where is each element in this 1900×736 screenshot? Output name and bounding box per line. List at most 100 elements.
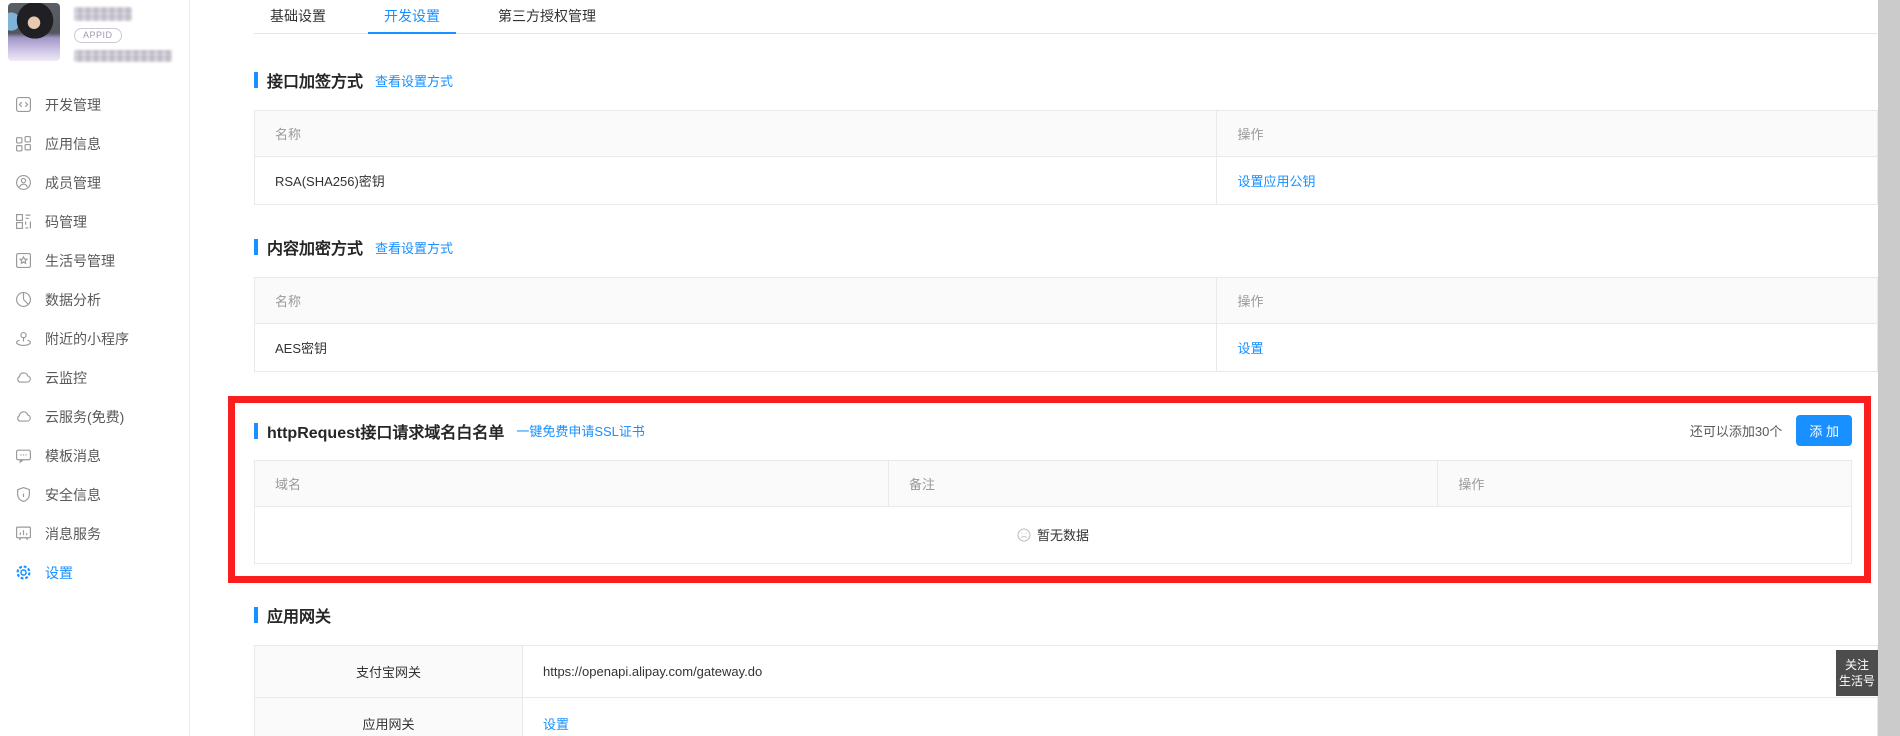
tab-bar: 基础设置 开发设置 第三方授权管理: [254, 0, 1878, 34]
qr-code-icon: [15, 213, 32, 230]
highlight-red-box: httpRequest接口请求域名白名单 一键免费申请SSL证书 还可以添加30…: [228, 396, 1871, 583]
location-beacon-icon: [15, 330, 32, 347]
title-bar-accent: [254, 239, 258, 255]
set-app-public-key-link[interactable]: 设置应用公钥: [1237, 174, 1315, 189]
sad-face-icon: [1017, 528, 1031, 542]
sign-view-setting-link[interactable]: 查看设置方式: [375, 71, 453, 90]
scrollbar[interactable]: [1878, 0, 1900, 736]
sidebar-item-cloud-service[interactable]: 云服务(免费): [0, 397, 189, 436]
pie-chart-icon: [15, 291, 32, 308]
encrypt-view-setting-link[interactable]: 查看设置方式: [375, 238, 453, 257]
col-header-domain: 域名: [255, 461, 889, 507]
sidebar-item-cloud-monitor[interactable]: 云监控: [0, 358, 189, 397]
table-header-row: 名称 操作: [255, 278, 1878, 324]
sidebar-item-label: 消息服务: [45, 524, 101, 544]
sidebar-item-label: 安全信息: [45, 485, 101, 505]
sidebar-item-message-service[interactable]: 消息服务: [0, 514, 189, 553]
sign-section-title: 接口加签方式: [267, 68, 363, 92]
gear-icon: [15, 564, 32, 581]
aes-key-name: AES密钥: [255, 324, 1217, 372]
add-domain-button[interactable]: 添 加: [1796, 415, 1852, 446]
code-icon: [15, 96, 32, 113]
col-header-name: 名称: [255, 278, 1217, 324]
sidebar: APPID 开发管理 应用信息 成员管理 码管理 生活号管理: [0, 0, 190, 736]
col-header-action: 操作: [1217, 111, 1878, 157]
appid-value-redacted: [74, 50, 172, 62]
chart-board-icon: [15, 525, 32, 542]
table-header-row: 名称 操作: [255, 111, 1878, 157]
gateway-section-header: 应用网关: [254, 603, 1878, 627]
table-row: AES密钥 设置: [255, 324, 1878, 372]
sidebar-item-label: 设置: [45, 563, 73, 583]
appid-badge: APPID: [74, 28, 122, 43]
avatar[interactable]: [8, 3, 60, 61]
sidebar-nav: 开发管理 应用信息 成员管理 码管理 生活号管理 数据分析: [0, 85, 189, 592]
whitelist-actions: 还可以添加30个 添 加: [1690, 415, 1852, 446]
sidebar-item-template-message[interactable]: 模板消息: [0, 436, 189, 475]
col-header-remark: 备注: [889, 461, 1438, 507]
account-name-redacted: [74, 7, 132, 21]
sidebar-item-label: 附近的小程序: [45, 329, 129, 349]
empty-state-text: 暂无数据: [1037, 525, 1089, 544]
sidebar-item-dev-manage[interactable]: 开发管理: [0, 85, 189, 124]
alipay-gateway-label: 支付宝网关: [255, 645, 523, 697]
alipay-gateway-url: https://openapi.alipay.com/gateway.do: [523, 645, 1878, 697]
follow-tag-line1: 关注: [1845, 657, 1869, 673]
title-bar-accent: [254, 607, 258, 623]
sidebar-item-label: 生活号管理: [45, 251, 115, 271]
sidebar-item-member-manage[interactable]: 成员管理: [0, 163, 189, 202]
sidebar-item-label: 模板消息: [45, 446, 101, 466]
app-root: APPID 开发管理 应用信息 成员管理 码管理 生活号管理: [0, 0, 1900, 736]
app-gateway-label: 应用网关: [255, 697, 523, 736]
message-bubble-icon: [15, 447, 32, 464]
cloud-icon: [15, 369, 32, 386]
sidebar-item-lifestyle-manage[interactable]: 生活号管理: [0, 241, 189, 280]
tab-third-party-auth[interactable]: 第三方授权管理: [482, 0, 612, 33]
sidebar-item-data-analysis[interactable]: 数据分析: [0, 280, 189, 319]
content-area: 接口加签方式 查看设置方式 名称 操作 RSA(SHA256)密钥 设置应用公钥…: [254, 68, 1878, 736]
title-bar-accent: [254, 423, 258, 439]
whitelist-section-title: httpRequest接口请求域名白名单: [267, 419, 504, 443]
aes-set-link[interactable]: 设置: [1237, 341, 1263, 356]
sidebar-item-label: 开发管理: [45, 95, 101, 115]
star-badge-icon: [15, 252, 32, 269]
sidebar-item-security-info[interactable]: 安全信息: [0, 475, 189, 514]
table-row: RSA(SHA256)密钥 设置应用公钥: [255, 157, 1878, 205]
sign-section-header: 接口加签方式 查看设置方式: [254, 68, 1878, 92]
grid-icon: [15, 135, 32, 152]
sidebar-item-settings[interactable]: 设置: [0, 553, 189, 592]
sidebar-item-label: 码管理: [45, 212, 87, 232]
gateway-section-title: 应用网关: [267, 603, 331, 627]
sidebar-item-label: 数据分析: [45, 290, 101, 310]
shield-icon: [15, 486, 32, 503]
app-gateway-set-link[interactable]: 设置: [543, 717, 569, 732]
whitelist-section-header: httpRequest接口请求域名白名单 一键免费申请SSL证书 还可以添加30…: [254, 415, 1852, 446]
apply-ssl-cert-link[interactable]: 一键免费申请SSL证书: [516, 421, 645, 440]
sign-table: 名称 操作 RSA(SHA256)密钥 设置应用公钥: [254, 110, 1878, 205]
sidebar-item-label: 应用信息: [45, 134, 101, 154]
sign-key-name: RSA(SHA256)密钥: [255, 157, 1217, 205]
sidebar-item-label: 成员管理: [45, 173, 101, 193]
table-row: 支付宝网关 https://openapi.alipay.com/gateway…: [255, 645, 1878, 697]
member-icon: [15, 174, 32, 191]
table-header-row: 域名 备注 操作: [255, 461, 1852, 507]
sidebar-item-app-info[interactable]: 应用信息: [0, 124, 189, 163]
sidebar-item-nearby-miniprogram[interactable]: 附近的小程序: [0, 319, 189, 358]
col-header-action: 操作: [1438, 461, 1852, 507]
encrypt-table: 名称 操作 AES密钥 设置: [254, 277, 1878, 372]
follow-lifestyle-tag[interactable]: 关注 生活号: [1836, 650, 1878, 696]
table-row: 应用网关 设置: [255, 697, 1878, 736]
sidebar-item-label: 云服务(免费): [45, 407, 124, 427]
empty-state-row: 暂无数据: [255, 507, 1852, 564]
sidebar-item-code-manage[interactable]: 码管理: [0, 202, 189, 241]
title-bar-accent: [254, 72, 258, 88]
main-panel: 基础设置 开发设置 第三方授权管理 接口加签方式 查看设置方式 名称 操作 RS…: [191, 0, 1878, 736]
gateway-table: 支付宝网关 https://openapi.alipay.com/gateway…: [254, 645, 1878, 736]
col-header-name: 名称: [255, 111, 1217, 157]
col-header-action: 操作: [1217, 278, 1878, 324]
encrypt-section-title: 内容加密方式: [267, 235, 363, 259]
whitelist-table: 域名 备注 操作 暂无数据: [254, 460, 1852, 564]
tab-dev-settings[interactable]: 开发设置: [368, 0, 456, 33]
tab-basic-settings[interactable]: 基础设置: [254, 0, 342, 33]
sidebar-item-label: 云监控: [45, 368, 87, 388]
